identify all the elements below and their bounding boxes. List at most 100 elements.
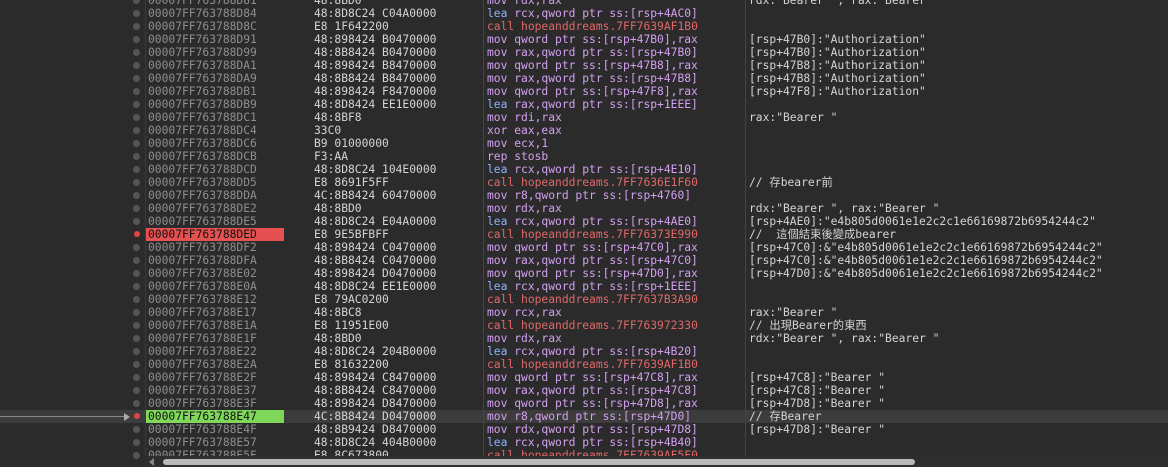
breakpoint-slot-icon[interactable] [133, 75, 140, 82]
comment-cell: [rsp+47F8]:"Authorization" [749, 85, 926, 98]
disasm-row[interactable]: 00007FF763788DD5 E8 8691F5FF call hopeandd… [0, 176, 1168, 189]
disasm-row[interactable]: 00007FF763788DE2 48:8BD0 mov rdx,rax rdx:"B… [0, 202, 1168, 215]
breakpoint-slot-icon[interactable] [133, 439, 140, 446]
breakpoint-slot-icon[interactable] [133, 153, 140, 160]
column-divider [745, 345, 746, 358]
breakpoint-slot-icon[interactable] [133, 244, 140, 251]
breakpoint-slot-icon[interactable] [133, 335, 140, 342]
breakpoint-slot-icon[interactable] [133, 114, 140, 121]
operands: rcx,rax [514, 306, 562, 319]
mnemonic: mov [487, 189, 508, 202]
bytes-cell: F3:AA [314, 150, 349, 163]
disasm-row[interactable]: 00007FF763788D8C E8 1F642200 call hopeandd… [0, 20, 1168, 33]
disasm-row[interactable]: 00007FF763788E17 48:8BC8 mov rcx,rax rax:"B… [0, 306, 1168, 319]
breakpoint-slot-icon[interactable] [133, 127, 140, 134]
disasm-row[interactable]: 00007FF763788DF2 48:898424 C0470000 mov qw… [0, 241, 1168, 254]
breakpoint-slot-icon[interactable] [133, 387, 140, 394]
breakpoint-icon[interactable] [134, 231, 140, 237]
disasm-row[interactable]: 00007FF763788DB1 48:898424 F8470000 mov qw… [0, 85, 1168, 98]
breakpoint-slot-icon[interactable] [133, 36, 140, 43]
comment-cell: // 存Bearer [749, 410, 822, 423]
breakpoint-slot-icon[interactable] [133, 257, 140, 264]
breakpoint-slot-icon[interactable] [133, 374, 140, 381]
disasm-row[interactable]: 00007FF763788DE5 48:8D8C24 E04A0000 lea rc… [0, 215, 1168, 228]
disasm-row[interactable]: 00007FF763788E0A 48:8D8C24 EE1E0000 lea rc… [0, 280, 1168, 293]
disasm-row[interactable]: 00007FF763788E2F 48:898424 C8470000 mov qw… [0, 371, 1168, 384]
address-cell: 00007FF763788E37 [148, 384, 257, 397]
breakpoint-slot-icon[interactable] [133, 62, 140, 69]
operands: hopeanddreams.7FF763972330 [521, 319, 698, 332]
breakpoint-slot-icon[interactable] [133, 322, 140, 329]
column-divider [483, 280, 484, 293]
column-divider [483, 332, 484, 345]
breakpoint-slot-icon[interactable] [133, 166, 140, 173]
breakpoint-slot-icon[interactable] [133, 426, 140, 433]
breakpoint-slot-icon[interactable] [133, 10, 140, 17]
breakpoint-slot-icon[interactable] [133, 270, 140, 277]
bytes-cell: 48:8BF8 [314, 111, 362, 124]
disasm-row[interactable]: 00007FF763788DA1 48:898424 B8470000 mov qw… [0, 59, 1168, 72]
breakpoint-slot-icon[interactable] [133, 361, 140, 368]
breakpoint-slot-icon[interactable] [133, 179, 140, 186]
breakpoint-slot-icon[interactable] [133, 283, 140, 290]
disasm-row[interactable]: 00007FF763788E2A E8 81632200 call hopeandd… [0, 358, 1168, 371]
disasm-row[interactable]: 00007FF763788D91 48:898424 B0470000 mov qw… [0, 33, 1168, 46]
breakpoint-slot-icon[interactable] [133, 0, 140, 4]
disassembly-view[interactable]: 00007FF763788D81 48:8BD0 mov rdx,rax rdx:"B… [0, 0, 1168, 462]
disasm-row[interactable]: 00007FF763788D84 48:8D8C24 C04A0000 lea rc… [0, 7, 1168, 20]
disasm-row[interactable]: 00007FF763788DDA 4C:8B8424 60470000 mov r8… [0, 189, 1168, 202]
disasm-row[interactable]: 00007FF763788E37 48:8B8424 C8470000 mov ra… [0, 384, 1168, 397]
disasm-row[interactable]: 00007FF763788E4F 48:8B9424 D8470000 mov rd… [0, 423, 1168, 436]
address-cell: 00007FF763788DCD [148, 163, 257, 176]
disasm-row[interactable]: 00007FF763788DCD 48:8D8C24 104E0000 lea rc… [0, 163, 1168, 176]
address-cell: 00007FF763788DC1 [148, 111, 257, 124]
breakpoint-slot-icon[interactable] [133, 296, 140, 303]
breakpoint-slot-icon[interactable] [133, 49, 140, 56]
disasm-row[interactable]: 00007FF763788DA9 48:8B8424 B8470000 mov ra… [0, 72, 1168, 85]
bytes-cell: 48:8BD0 [314, 202, 362, 215]
column-divider [483, 423, 484, 436]
disasm-row[interactable]: 00007FF763788DC1 48:8BF8 mov rdi,rax rax:"B… [0, 111, 1168, 124]
disasm-row[interactable]: 00007FF763788DB9 48:8D8424 EE1E0000 lea ra… [0, 98, 1168, 111]
breakpoint-icon[interactable] [134, 413, 140, 419]
mnemonic: mov [487, 371, 508, 384]
disasm-row[interactable]: 00007FF763788E02 48:898424 D0470000 mov qw… [0, 267, 1168, 280]
disasm-row[interactable]: 00007FF763788DFA 48:8B8424 C0470000 mov ra… [0, 254, 1168, 267]
breakpoint-slot-icon[interactable] [133, 140, 140, 147]
address-cell: 00007FF763788DFA [148, 254, 257, 267]
scroll-left-icon[interactable] [149, 458, 154, 466]
mnemonic: mov [487, 85, 508, 98]
disasm-row[interactable]: 00007FF763788E57 48:8D8C24 404B0000 lea rc… [0, 436, 1168, 449]
comment-cell: [rsp+47C0]:&"e4b805d0061e1e2c2c1e6616987… [749, 254, 1103, 267]
address-cell: 00007FF763788DED [146, 228, 284, 241]
breakpoint-slot-icon[interactable] [133, 348, 140, 355]
breakpoint-slot-icon[interactable] [133, 205, 140, 212]
column-divider [745, 72, 746, 85]
horizontal-scrollbar[interactable] [145, 456, 1168, 467]
disasm-row[interactable]: 00007FF763788D99 48:8B8424 B0470000 mov ra… [0, 46, 1168, 59]
disasm-row[interactable]: 00007FF763788D81 48:8BD0 mov rdx,rax rdx:"B… [0, 0, 1168, 7]
breakpoint-slot-icon[interactable] [133, 88, 140, 95]
disasm-row[interactable]: 00007FF763788DC4 33C0 xor eax,eax [0, 124, 1168, 137]
disasm-row[interactable]: 00007FF763788DC6 B9 01000000 mov ecx,1 [0, 137, 1168, 150]
disasm-row[interactable]: 00007FF763788DCB F3:AA rep stosb [0, 150, 1168, 163]
column-divider [483, 384, 484, 397]
breakpoint-slot-icon[interactable] [133, 192, 140, 199]
disasm-row[interactable]: 00007FF763788E12 E8 79AC0200 call hopeandd… [0, 293, 1168, 306]
disasm-row[interactable]: 00007FF763788E47 4C:8B8424 D0470000 mov r8… [0, 410, 1168, 423]
breakpoint-slot-icon[interactable] [133, 309, 140, 316]
scrollbar-thumb[interactable] [163, 459, 915, 465]
disasm-row[interactable]: 00007FF763788DED E8 9E5BFBFF call hopeandd… [0, 228, 1168, 241]
breakpoint-slot-icon[interactable] [133, 23, 140, 30]
breakpoint-slot-icon[interactable] [133, 400, 140, 407]
disasm-row[interactable]: 00007FF763788E1F 48:8BD0 mov rdx,rax rdx:"B… [0, 332, 1168, 345]
disasm-row[interactable]: 00007FF763788E22 48:8D8C24 204B0000 lea rc… [0, 345, 1168, 358]
breakpoint-slot-icon[interactable] [133, 101, 140, 108]
breakpoint-slot-icon[interactable] [133, 218, 140, 225]
breakpoint-slot-icon[interactable] [133, 452, 140, 459]
disasm-row[interactable]: 00007FF763788E1A E8 11951E00 call hopeandd… [0, 319, 1168, 332]
mnemonic: lea [487, 280, 508, 293]
mnemonic: call [487, 358, 515, 371]
bytes-cell: 48:8B8424 C0470000 [314, 254, 437, 267]
disasm-row[interactable]: 00007FF763788E3F 48:898424 D8470000 mov qw… [0, 397, 1168, 410]
